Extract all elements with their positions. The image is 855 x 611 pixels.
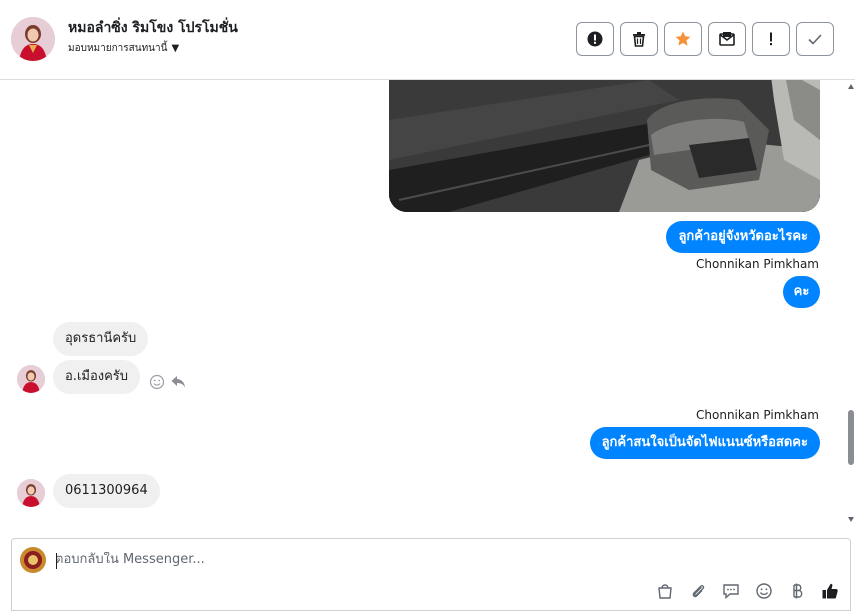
star-button[interactable] <box>664 22 702 56</box>
agent-avatar <box>20 547 46 573</box>
outgoing-message[interactable]: คะ <box>783 276 820 308</box>
car-interior-photo[interactable] <box>389 80 820 212</box>
text-cursor <box>56 553 57 569</box>
exclamation-icon <box>770 32 772 46</box>
conversation-header: หมอลำซิ่ง ริมโขง โปรโมชั่น มอบหมายการสนท… <box>0 0 855 80</box>
composer-tools <box>655 581 840 601</box>
conversation-title: หมอลำซิ่ง ริมโขง โปรโมชั่น <box>68 20 238 36</box>
baht-payment-icon[interactable] <box>787 581 807 601</box>
caret-down-icon: ▼ <box>171 43 180 54</box>
sender-name: Chonnikan Pimkham <box>696 408 819 422</box>
trash-icon <box>633 32 645 47</box>
assign-conversation-dropdown[interactable]: มอบหมายการสนทนานี้ ▼ <box>68 41 179 56</box>
incoming-message[interactable]: อ.เมืองครับ <box>53 360 141 394</box>
chat-scrollbar[interactable] <box>847 80 855 526</box>
scroll-down-arrow-icon[interactable] <box>848 517 854 522</box>
incoming-message[interactable]: อุดรธานีครับ <box>53 322 149 356</box>
spam-report-button[interactable] <box>576 22 614 56</box>
outgoing-message[interactable]: ลูกค้าสนใจเป็นจัดไฟแนนซ์หรือสดคะ <box>589 427 820 459</box>
customer-avatar[interactable] <box>17 365 45 393</box>
outgoing-message[interactable]: ลูกค้าอยู่จังหวัดอะไรคะ <box>666 221 820 253</box>
message-composer <box>11 538 851 611</box>
delete-button[interactable] <box>620 22 658 56</box>
sender-name: Chonnikan Pimkham <box>696 257 819 271</box>
scroll-up-arrow-icon[interactable] <box>848 84 854 89</box>
mail-icon <box>719 32 735 46</box>
smiley-react-icon[interactable] <box>149 374 165 390</box>
important-button[interactable] <box>752 22 790 56</box>
emoji-icon[interactable] <box>754 581 774 601</box>
conversation-actions <box>576 22 834 56</box>
reply-input[interactable] <box>55 552 755 567</box>
reply-icon[interactable] <box>170 373 186 389</box>
star-icon <box>675 31 691 46</box>
attachment-icon[interactable] <box>688 581 708 601</box>
scroll-thumb[interactable] <box>848 410 854 465</box>
saved-replies-icon[interactable] <box>721 581 741 601</box>
incoming-message[interactable]: 0611300964 <box>53 474 160 508</box>
thumbs-up-icon[interactable] <box>820 581 840 601</box>
done-button[interactable] <box>796 22 834 56</box>
check-icon <box>808 34 822 45</box>
page-avatar[interactable] <box>11 17 55 61</box>
mark-unread-button[interactable] <box>708 22 746 56</box>
message-list[interactable]: ลูกค้าอยู่จังหวัดอะไรคะ Chonnikan Pimkha… <box>0 80 855 526</box>
alert-circle-icon <box>587 31 603 47</box>
customer-avatar[interactable] <box>17 479 45 507</box>
assign-label: มอบหมายการสนทนานี้ <box>68 43 168 54</box>
shopping-bag-icon[interactable] <box>655 581 675 601</box>
